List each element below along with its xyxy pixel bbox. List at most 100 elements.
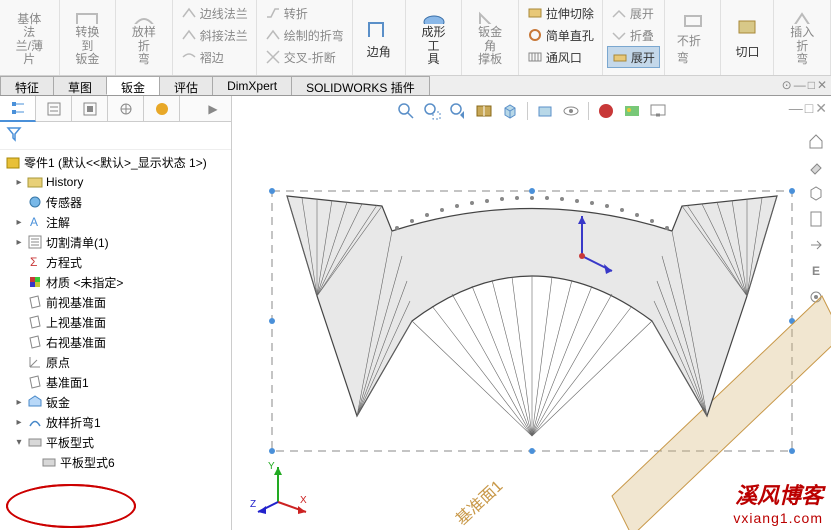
edge-flange-icon [181, 5, 197, 21]
edge-flange-button[interactable]: 边线法兰 [177, 2, 252, 24]
configuration-tab[interactable] [72, 96, 108, 122]
flatten-button[interactable]: 展开 [607, 46, 660, 68]
configuration-icon [82, 101, 98, 117]
display-manager-icon [154, 101, 170, 117]
mdi-window-controls: ⊙ — □ ✕ [782, 76, 827, 94]
extruded-cut-button[interactable]: 拉伸切除 [523, 2, 598, 24]
tree-cutlist[interactable]: ▸切割清单(1) [0, 232, 231, 252]
mdi-minimize-icon[interactable]: — [794, 78, 806, 92]
unfold-button[interactable]: 展开 [607, 2, 660, 24]
expander-icon[interactable]: ▸ [14, 177, 24, 188]
extruded-cut-icon [527, 5, 543, 21]
command-tabs: 特征 草图 钣金 评估 DimXpert SOLIDWORKS 插件 ⊙ — □… [0, 76, 831, 96]
model-canvas: 基准面1 [232, 96, 831, 530]
simple-hole-button[interactable]: 简单直孔 [523, 24, 598, 46]
expander-icon[interactable]: ▾ [14, 437, 24, 448]
expander-icon[interactable]: ▸ [14, 397, 24, 408]
insert-bends-button[interactable]: 插入折 弯 [778, 2, 826, 70]
forming-tool-icon [420, 6, 448, 24]
cross-break-icon [265, 49, 281, 65]
plane-icon [27, 294, 43, 310]
convert-icon [73, 6, 101, 24]
tree-right-plane[interactable]: 右视基准面 [0, 332, 231, 352]
tree-filter[interactable] [0, 122, 231, 150]
mdi-pin-icon[interactable]: ⊙ [782, 78, 792, 92]
tab-evaluate[interactable]: 评估 [159, 76, 213, 95]
convert-button[interactable]: 转换到 钣金 [64, 2, 112, 70]
tree-flat-pattern-item[interactable]: 平板型式6 [0, 452, 231, 472]
tab-dimxpert[interactable]: DimXpert [212, 76, 292, 95]
tree-history[interactable]: ▸History [0, 172, 231, 192]
forming-tool-button[interactable]: 成形工 具 [410, 2, 458, 70]
ribbon: 基体法 兰/薄片 转换到 钣金 放样折 弯 边线法兰 斜接法兰 褶边 转折 绘制… [0, 0, 831, 76]
expander-icon[interactable]: ▸ [14, 217, 24, 228]
flatten-icon [612, 49, 628, 65]
feature-tree: 零件1 (默认<<默认>_显示状态 1>) ▸History 传感器 ▸A注解 … [0, 150, 231, 530]
vent-icon [527, 49, 543, 65]
property-manager-tab[interactable] [36, 96, 72, 122]
panel-expand-button[interactable]: ▶ [195, 96, 231, 122]
tree-sheetmetal[interactable]: ▸钣金 [0, 392, 231, 412]
equation-icon: Σ [27, 254, 43, 270]
lofted-bend-icon [130, 6, 158, 24]
sheetmetal-icon [27, 394, 43, 410]
base-flange-button[interactable]: 基体法 兰/薄片 [4, 2, 55, 70]
mdi-maximize-icon[interactable]: □ [808, 78, 815, 92]
tree-top-plane[interactable]: 上视基准面 [0, 312, 231, 332]
no-bends-icon [679, 6, 707, 30]
tab-feature[interactable]: 特征 [0, 76, 54, 95]
tab-sheetmetal[interactable]: 钣金 [106, 76, 160, 95]
material-icon [27, 274, 43, 290]
svg-text:Y: Y [268, 461, 275, 472]
cutlist-icon [27, 234, 43, 250]
tree-front-plane[interactable]: 前视基准面 [0, 292, 231, 312]
main-area: ▶ 零件1 (默认<<默认>_显示状态 1>) ▸History 传感器 ▸A注… [0, 96, 831, 530]
plane-label: 基准面1 [452, 477, 506, 529]
vent-button[interactable]: 通风口 [523, 46, 598, 68]
feature-tree-icon [10, 100, 26, 116]
graphics-viewport[interactable]: — □ ✕ E 基准面1 [232, 96, 831, 530]
expander-icon[interactable]: ▸ [14, 237, 24, 248]
hem-button[interactable]: 褶边 [177, 46, 252, 68]
svg-text:Σ: Σ [30, 255, 37, 269]
corner-button[interactable]: 边角 [357, 2, 401, 70]
property-manager-icon [46, 101, 62, 117]
annotation-icon: A [27, 214, 43, 230]
sketched-bend-icon [265, 27, 281, 43]
tab-sketch[interactable]: 草图 [53, 76, 107, 95]
base-flange-icon [15, 6, 43, 11]
tree-annotations[interactable]: ▸A注解 [0, 212, 231, 232]
simple-hole-icon [527, 27, 543, 43]
mdi-close-icon[interactable]: ✕ [817, 78, 827, 92]
lofted-bend-feature-icon [27, 414, 43, 430]
feature-tree-tab[interactable] [0, 96, 36, 122]
display-manager-tab[interactable] [144, 96, 180, 122]
tab-addins[interactable]: SOLIDWORKS 插件 [291, 76, 430, 95]
tree-flat-pattern[interactable]: ▾平板型式 [0, 432, 231, 452]
tree-root[interactable]: 零件1 (默认<<默认>_显示状态 1>) [0, 152, 231, 172]
cut-icon [733, 13, 761, 41]
plane-icon [27, 374, 43, 390]
origin-icon [27, 354, 43, 370]
coordinate-triad: Y X Z [248, 457, 308, 520]
dimxpert-tab[interactable] [108, 96, 144, 122]
tree-origin[interactable]: 原点 [0, 352, 231, 372]
gusset-icon [476, 6, 504, 24]
gusset-button[interactable]: 钣金角 撑板 [466, 2, 514, 70]
cut-button[interactable]: 切口 [725, 2, 769, 70]
miter-flange-button[interactable]: 斜接法兰 [177, 24, 252, 46]
cross-break-button[interactable]: 交叉-折断 [261, 46, 348, 68]
sketched-bend-button[interactable]: 绘制的折弯 [261, 24, 348, 46]
tree-sensors[interactable]: 传感器 [0, 192, 231, 212]
flat-pattern-item-icon [41, 454, 57, 470]
no-bends-button[interactable]: 不折弯 [669, 2, 717, 70]
tree-lofted-bend[interactable]: ▸放样折弯1 [0, 412, 231, 432]
tree-material[interactable]: 材质 <未指定> [0, 272, 231, 292]
hem-icon [181, 49, 197, 65]
lofted-bend-button[interactable]: 放样折 弯 [120, 2, 168, 70]
tree-equations[interactable]: Σ方程式 [0, 252, 231, 272]
tree-plane1[interactable]: 基准面1 [0, 372, 231, 392]
jog-button[interactable]: 转折 [261, 2, 348, 24]
fold-button[interactable]: 折叠 [607, 24, 660, 46]
expander-icon[interactable]: ▸ [14, 417, 24, 428]
